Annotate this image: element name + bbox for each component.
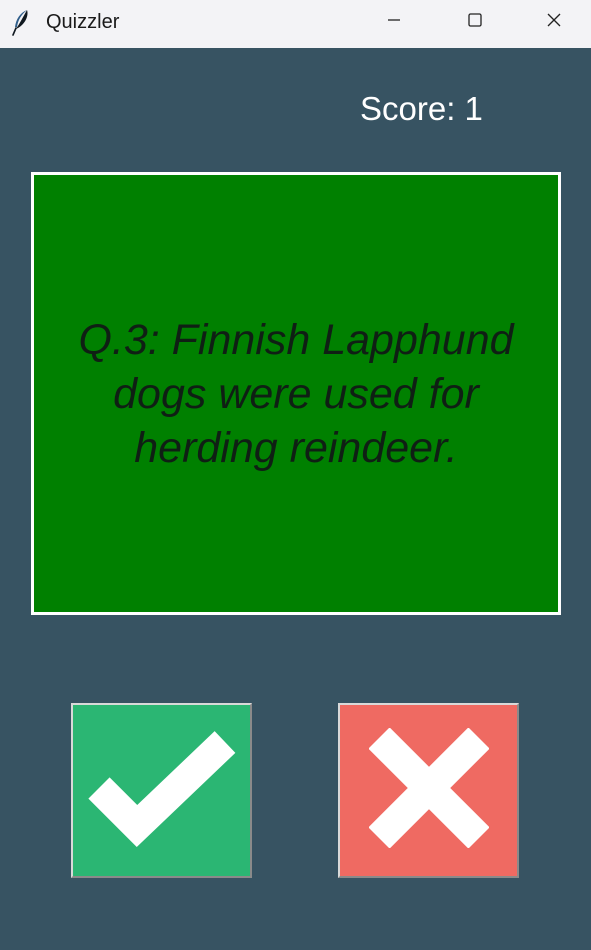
close-window-button[interactable]	[516, 0, 591, 44]
question-card: Q.3: Finnish Lapphund dogs were used for…	[31, 172, 561, 615]
maximize-icon	[467, 12, 483, 33]
false-button[interactable]	[338, 703, 519, 878]
checkmark-icon	[87, 728, 237, 853]
window-title: Quizzler	[46, 11, 120, 33]
window-titlebar: Quizzler	[0, 0, 591, 48]
cross-icon	[367, 727, 490, 853]
quiz-window-body: Score: 1 Q.3: Finnish Lapphund dogs were…	[0, 48, 591, 950]
minimize-button[interactable]	[354, 0, 434, 44]
close-icon	[546, 12, 562, 33]
minimize-icon	[386, 12, 402, 33]
score-label: Score: 1	[360, 90, 483, 127]
maximize-button[interactable]	[435, 0, 515, 44]
feather-icon	[10, 8, 34, 36]
true-button[interactable]	[71, 703, 252, 878]
question-text: Q.3: Finnish Lapphund dogs were used for…	[78, 315, 514, 472]
